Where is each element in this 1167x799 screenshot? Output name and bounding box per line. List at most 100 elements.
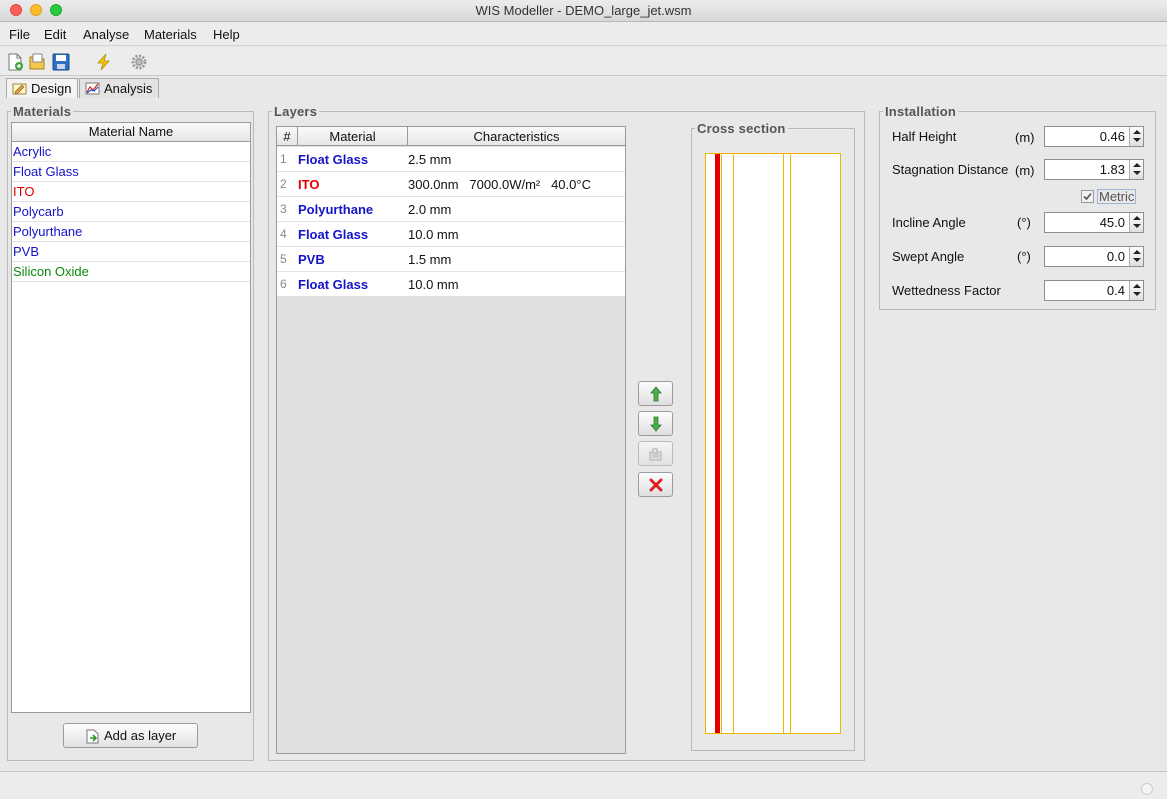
move-layer-up-button[interactable] [638, 381, 673, 406]
layer-number: 4 [280, 227, 287, 241]
table-row[interactable]: 2 ITO 300.0nm 7000.0W/m² 40.0°C [277, 172, 625, 197]
metric-checkbox[interactable] [1081, 190, 1094, 203]
layer-characteristics: 2.0 mm [408, 202, 452, 217]
spinner-up-icon[interactable] [1133, 216, 1141, 220]
layer-material: Float Glass [298, 277, 369, 292]
material-item[interactable]: Polyurthane [12, 222, 250, 242]
layer-number: 5 [280, 252, 287, 266]
spinner-down-icon[interactable] [1133, 138, 1141, 142]
layer-boundary [783, 154, 784, 733]
cross-section-diagram [705, 153, 841, 734]
metric-label[interactable]: Metric [1097, 189, 1137, 204]
materials-list[interactable]: Material Name Acrylic Float Glass ITO Po… [11, 122, 251, 713]
material-item[interactable]: Polycarb [12, 202, 250, 222]
spinner-arrows[interactable] [1129, 281, 1143, 300]
wettedness-factor-label: Wettedness Factor [892, 283, 1001, 298]
duplicate-layer-button[interactable] [638, 441, 673, 466]
table-row[interactable]: 1 Float Glass 2.5 mm [277, 147, 625, 172]
menu-materials[interactable]: Materials [144, 27, 197, 42]
tab-analysis-label: Analysis [104, 81, 153, 96]
layers-table-header: # Material Characteristics [277, 127, 625, 146]
stagnation-distance-spinner[interactable]: 1.83 [1044, 159, 1144, 180]
incline-angle-spinner[interactable]: 45.0 [1044, 212, 1144, 233]
table-row[interactable]: 6 Float Glass 10.0 mm [277, 272, 625, 297]
tab-analysis[interactable]: Analysis [79, 78, 160, 98]
window-title: WIS Modeller - DEMO_large_jet.wsm [475, 3, 692, 18]
material-item[interactable]: Float Glass [12, 162, 250, 182]
layers-table[interactable]: # Material Characteristics 1 Float Glass… [276, 126, 626, 754]
swept-angle-spinner[interactable]: 0.0 [1044, 246, 1144, 267]
material-item[interactable]: ITO [12, 182, 250, 202]
save-icon[interactable] [52, 53, 70, 71]
stagnation-distance-value[interactable]: 1.83 [1100, 162, 1125, 177]
status-indicator-icon [1141, 783, 1153, 795]
delete-layer-button[interactable] [638, 472, 673, 497]
spinner-down-icon[interactable] [1133, 224, 1141, 228]
table-row[interactable]: 5 PVB 1.5 mm [277, 247, 625, 272]
spinner-arrows[interactable] [1129, 247, 1143, 266]
half-height-unit: (m) [1015, 130, 1035, 145]
material-item[interactable]: Silicon Oxide [12, 262, 250, 282]
spinner-arrows[interactable] [1129, 160, 1143, 179]
spinner-down-icon[interactable] [1133, 171, 1141, 175]
swept-angle-value[interactable]: 0.0 [1107, 249, 1125, 264]
column-header-number[interactable]: # [277, 127, 298, 146]
stagnation-distance-unit: (m) [1015, 163, 1035, 178]
material-name-column-header[interactable]: Material Name [12, 123, 250, 142]
half-height-value[interactable]: 0.46 [1100, 129, 1125, 144]
wettedness-factor-value[interactable]: 0.4 [1107, 283, 1125, 298]
layer-characteristics: 10.0 mm [408, 227, 459, 242]
layer-number: 6 [280, 277, 287, 291]
spinner-arrows[interactable] [1129, 213, 1143, 232]
duplicate-layer-icon [649, 448, 662, 461]
lightning-icon[interactable] [95, 53, 113, 71]
layer-material: Polyurthane [298, 202, 374, 217]
wettedness-factor-spinner[interactable]: 0.4 [1044, 280, 1144, 301]
spinner-up-icon[interactable] [1133, 130, 1141, 134]
layer-number: 1 [280, 152, 287, 166]
analysis-chart-icon [85, 82, 100, 95]
table-row[interactable]: 3 Polyurthane 2.0 mm [277, 197, 625, 222]
spinner-up-icon[interactable] [1133, 284, 1141, 288]
stagnation-distance-label: Stagnation Distance [892, 162, 1009, 177]
spinner-arrows[interactable] [1129, 127, 1143, 146]
layer-boundary [721, 154, 722, 733]
menu-file[interactable]: File [9, 27, 30, 42]
menu-edit[interactable]: Edit [44, 27, 66, 42]
incline-angle-label: Incline Angle [892, 215, 966, 230]
swept-angle-unit: (°) [1017, 249, 1031, 264]
layer-characteristics: 300.0nm 7000.0W/m² 40.0°C [408, 177, 591, 192]
spinner-down-icon[interactable] [1133, 258, 1141, 262]
column-header-characteristics[interactable]: Characteristics [408, 127, 625, 146]
layer-material: ITO [298, 177, 320, 192]
material-item[interactable]: PVB [12, 242, 250, 262]
delete-layer-icon [649, 478, 663, 492]
menu-bar: File Edit Analyse Materials Help [0, 22, 1167, 46]
add-as-layer-label: Add as layer [104, 728, 177, 743]
open-file-icon[interactable] [28, 53, 46, 71]
tab-design[interactable]: Design [6, 78, 79, 98]
layer-material: PVB [298, 252, 325, 267]
menu-help[interactable]: Help [213, 27, 240, 42]
material-item[interactable]: Acrylic [12, 142, 250, 162]
gear-icon[interactable] [130, 53, 148, 71]
spinner-down-icon[interactable] [1133, 292, 1141, 296]
new-file-icon[interactable] [6, 53, 24, 71]
layer-characteristics: 10.0 mm [408, 277, 459, 292]
half-height-spinner[interactable]: 0.46 [1044, 126, 1144, 147]
column-header-material[interactable]: Material [298, 127, 408, 146]
spinner-up-icon[interactable] [1133, 163, 1141, 167]
toolbar [0, 47, 1167, 76]
layer-number: 3 [280, 202, 287, 216]
move-down-arrow-icon [650, 416, 662, 432]
layer-material: Float Glass [298, 227, 369, 242]
menu-analyse[interactable]: Analyse [83, 27, 129, 42]
half-height-label: Half Height [892, 129, 957, 144]
spinner-up-icon[interactable] [1133, 250, 1141, 254]
move-layer-down-button[interactable] [638, 411, 673, 436]
incline-angle-value[interactable]: 45.0 [1100, 215, 1125, 230]
add-as-layer-button[interactable]: Add as layer [63, 723, 198, 748]
materials-legend: Materials [11, 104, 74, 119]
table-row[interactable]: 4 Float Glass 10.0 mm [277, 222, 625, 247]
tab-design-label: Design [31, 81, 72, 96]
